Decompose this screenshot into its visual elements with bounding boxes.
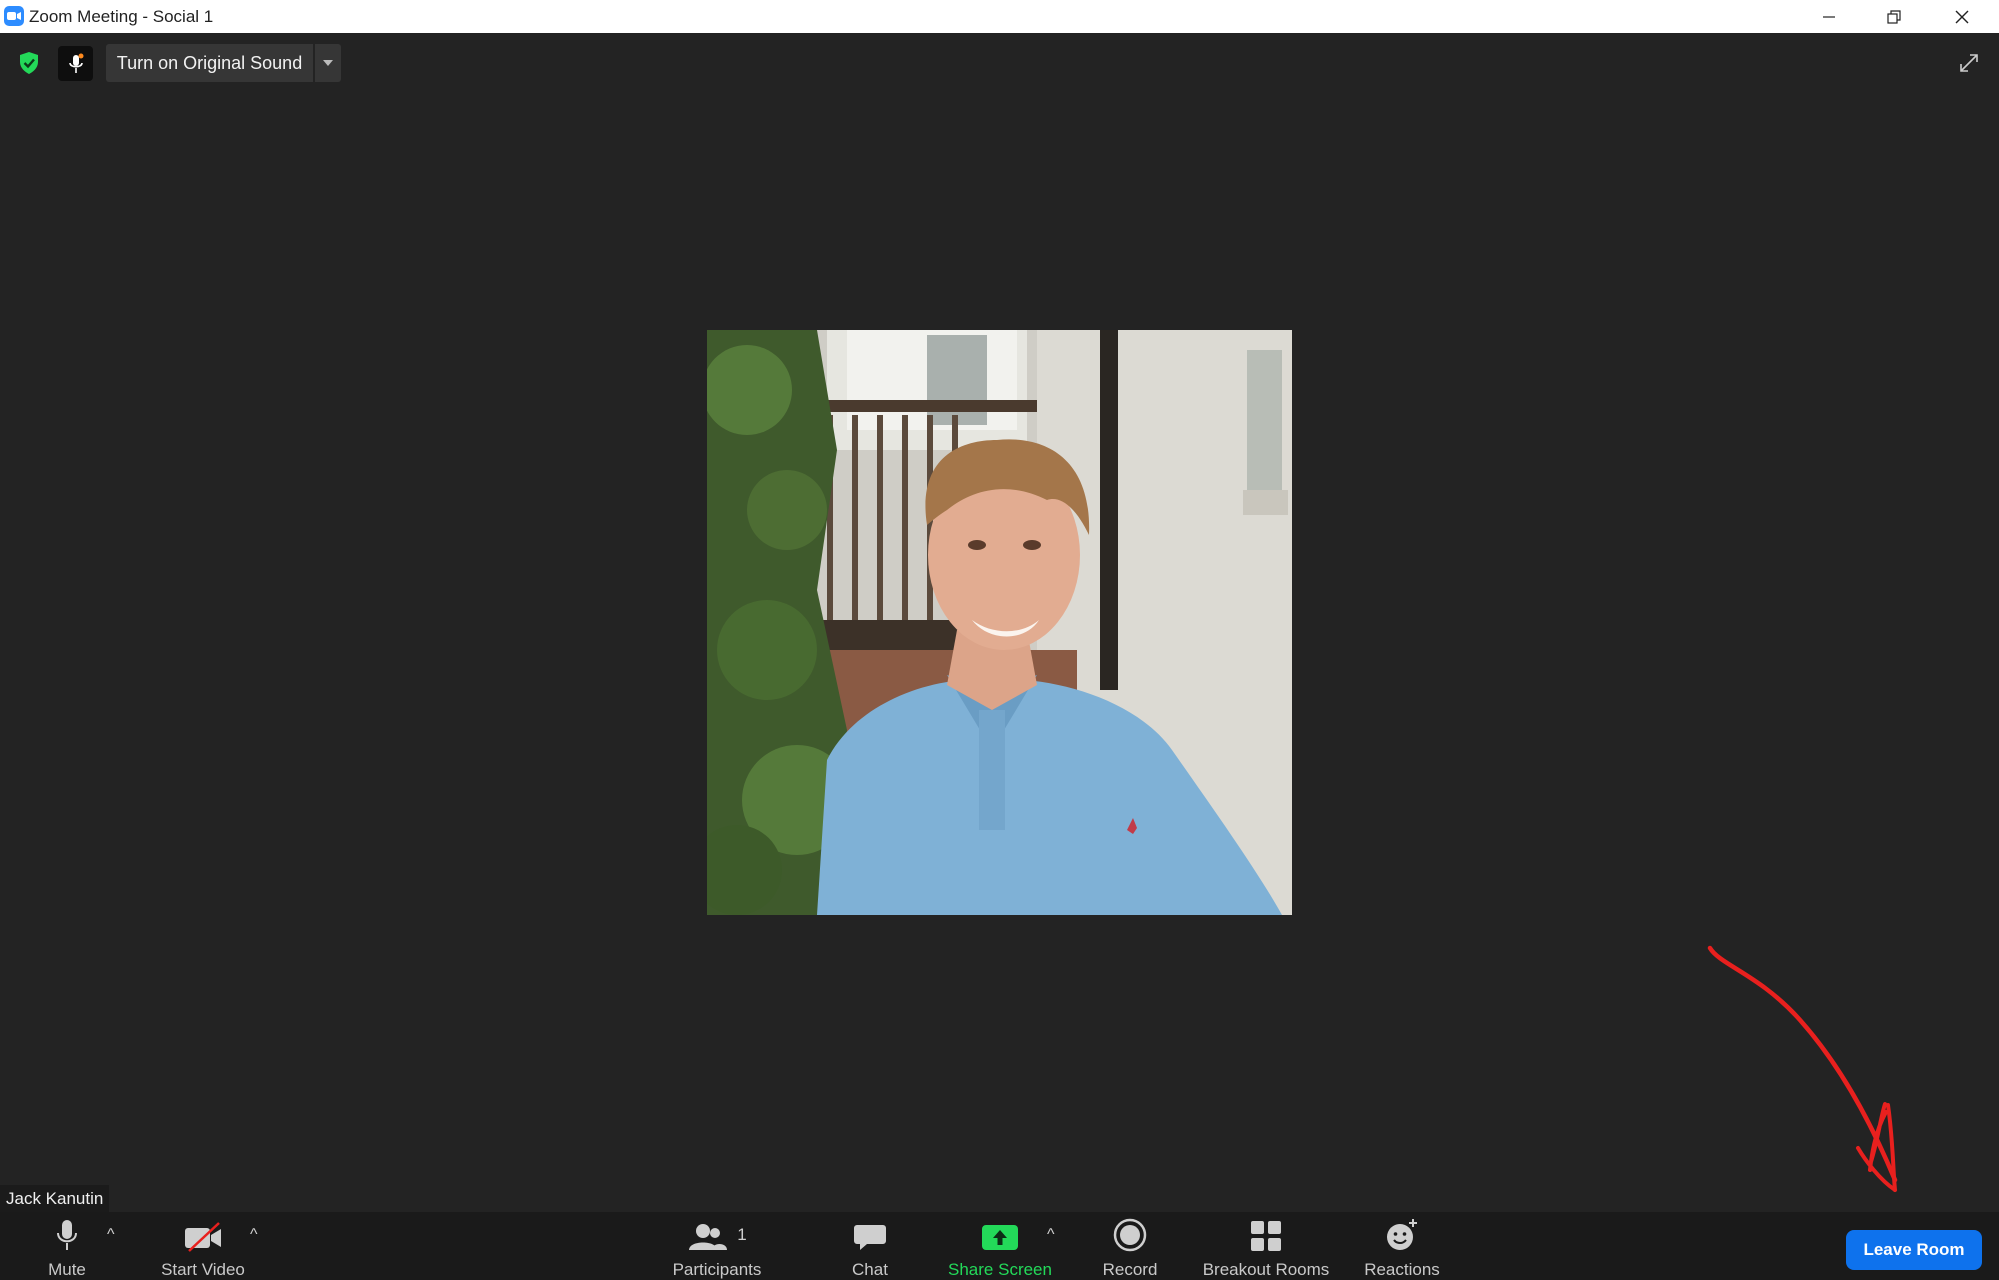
video-off-icon (183, 1218, 223, 1252)
start-video-label: Start Video (161, 1260, 245, 1279)
record-icon (1113, 1218, 1147, 1252)
video-options-caret[interactable]: ^ (250, 1226, 258, 1244)
chat-button[interactable]: Chat (846, 1212, 894, 1280)
leave-room-button[interactable]: Leave Room (1846, 1230, 1982, 1270)
audio-options-caret[interactable]: ^ (107, 1226, 115, 1244)
reactions-label: Reactions (1364, 1260, 1440, 1279)
participants-icon: 1 (687, 1218, 747, 1252)
original-sound-dropdown[interactable] (315, 44, 341, 82)
restore-button[interactable] (1862, 0, 1926, 33)
minimize-icon (1823, 15, 1835, 18)
mute-button[interactable]: Mute (34, 1212, 100, 1280)
window-titlebar: Zoom Meeting - Social 1 (0, 0, 1999, 33)
chat-icon (853, 1218, 887, 1252)
fullscreen-button[interactable] (1952, 46, 1986, 80)
share-screen-label: Share Screen (948, 1260, 1052, 1279)
participant-name-label: Jack Kanutin (0, 1185, 110, 1212)
zoom-app-icon (4, 6, 24, 26)
chevron-down-icon (323, 60, 333, 66)
security-shield-icon[interactable] (18, 51, 40, 80)
reactions-icon (1385, 1218, 1419, 1252)
participants-count: 1 (737, 1225, 747, 1244)
share-options-caret[interactable]: ^ (1047, 1226, 1055, 1244)
share-screen-icon (981, 1218, 1019, 1252)
restore-icon (1887, 9, 1901, 24)
record-label: Record (1102, 1260, 1158, 1279)
breakout-rooms-button[interactable]: Breakout Rooms (1196, 1212, 1336, 1280)
record-button[interactable]: Record (1100, 1212, 1160, 1280)
participants-button[interactable]: 1 Participants (666, 1212, 768, 1280)
mute-label: Mute (48, 1260, 86, 1279)
window-title: Zoom Meeting - Social 1 (29, 7, 214, 26)
breakout-rooms-icon (1250, 1218, 1282, 1252)
close-icon (1955, 10, 1969, 23)
original-sound-button[interactable]: Turn on Original Sound (106, 44, 313, 82)
participants-label: Participants (672, 1260, 762, 1279)
close-button[interactable] (1930, 0, 1994, 33)
expand-icon (1960, 54, 1978, 72)
original-sound-mic-icon[interactable] (58, 46, 93, 81)
minimize-button[interactable] (1797, 0, 1861, 33)
breakout-rooms-label: Breakout Rooms (1202, 1260, 1330, 1279)
start-video-button[interactable]: Start Video (150, 1212, 256, 1280)
chat-label: Chat (852, 1260, 888, 1279)
share-screen-button[interactable]: Share Screen (946, 1212, 1054, 1280)
reactions-button[interactable]: Reactions (1360, 1212, 1444, 1280)
participant-profile-photo (707, 330, 1292, 915)
microphone-icon (56, 1218, 78, 1252)
